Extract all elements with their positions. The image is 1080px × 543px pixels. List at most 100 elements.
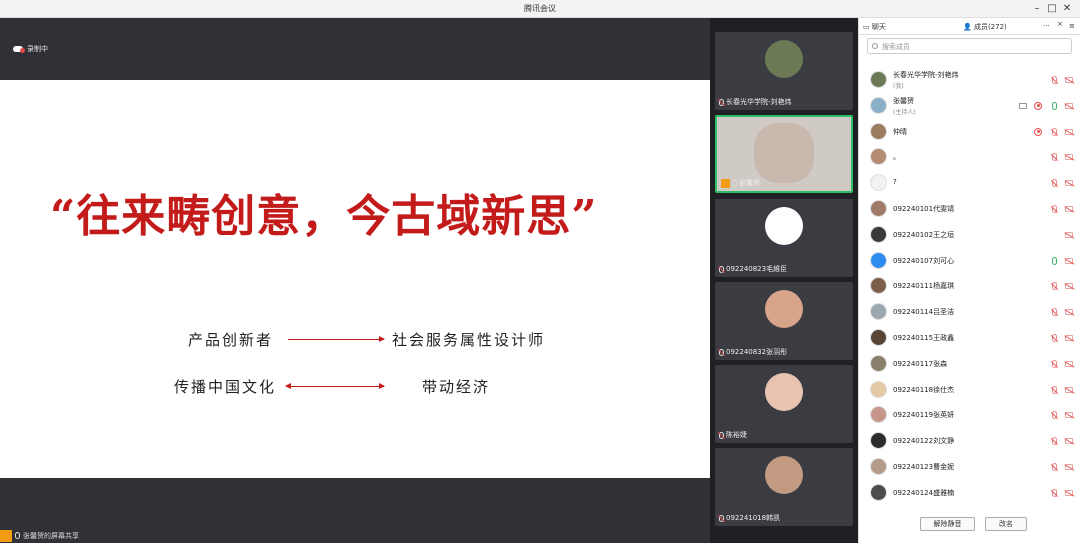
mic-muted-icon[interactable] (1052, 282, 1057, 291)
mic-muted-icon[interactable] (1052, 463, 1057, 471)
person-icon (0, 529, 12, 542)
member-row[interactable]: 092240111杨嘉琪 (859, 272, 1080, 298)
member-row[interactable]: 张馨贺 (主持人) (859, 92, 1080, 118)
avatar (870, 225, 887, 243)
panel-menu-icon[interactable]: ≡ (1069, 22, 1075, 30)
tab-chat[interactable]: ▭ 聊天 (863, 22, 886, 32)
camera-off-icon[interactable] (1065, 309, 1073, 316)
slide-row2-right: 带动经济 (422, 378, 491, 396)
mic-muted-icon[interactable] (1052, 334, 1057, 342)
mic-icon (15, 532, 20, 539)
mic-muted-icon[interactable] (1052, 359, 1057, 368)
camera-off-icon[interactable] (1065, 206, 1073, 212)
member-row[interactable]: 092240124盛雅楠 (859, 479, 1080, 505)
avatar (870, 380, 887, 398)
camera-off-icon[interactable] (1065, 231, 1073, 238)
member-row[interactable]: 092240115王政鑫 (859, 324, 1080, 350)
camera-off-icon[interactable] (1065, 257, 1073, 264)
member-name: 092240114吕圣洁 (893, 308, 955, 317)
mic-muted-icon[interactable] (1052, 76, 1057, 84)
search-placeholder: 搜索成员 (882, 43, 910, 51)
member-row[interactable]: 092240123曹金妮 (859, 453, 1080, 479)
arrow-bidirectional (285, 383, 385, 389)
member-name: 092240124盛雅楠 (893, 488, 955, 497)
member-row[interactable]: 092240101代雯靖 (859, 195, 1080, 221)
unmute-all-button[interactable]: 解除静音 (920, 517, 975, 531)
video-tile[interactable]: 092241018韩凯 (715, 448, 853, 526)
recording-indicator[interactable]: 录制中 (13, 44, 48, 54)
mic-muted-icon[interactable] (1052, 179, 1057, 188)
video-tile[interactable]: 陈裕婕 (715, 365, 853, 443)
avatar (765, 40, 803, 78)
mic-muted-icon[interactable] (1052, 127, 1057, 136)
window-titlebar: 腾讯会议 – □ ✕ (0, 0, 1080, 18)
member-row[interactable]: 092240114吕圣洁 (859, 298, 1080, 324)
member-row[interactable]: 092240107刘可心 (859, 247, 1080, 273)
member-name: 长春光华学院-刘艳炜 (893, 71, 959, 79)
camera-off-icon[interactable] (1065, 180, 1073, 187)
mic-muted-icon[interactable] (1052, 205, 1057, 213)
member-row[interactable]: 092240122刘文静 (859, 427, 1080, 453)
camera-off-icon[interactable] (1065, 335, 1073, 341)
avatar (870, 329, 887, 346)
host-icon (721, 178, 730, 188)
video-tile[interactable]: 092240823毛維臣 (715, 199, 853, 277)
tab-members-label: 成员(272) (973, 23, 1007, 31)
camera-off-icon[interactable] (1065, 438, 1073, 445)
participant-name: 092240823毛維臣 (726, 265, 788, 273)
camera-off-icon[interactable] (1065, 464, 1073, 470)
camera-off-icon[interactable] (1065, 128, 1073, 135)
avatar (870, 432, 887, 450)
panel-tabs: ▭ 聊天 👤 成员(272) ··· × ≡ (859, 18, 1080, 35)
camera-off-icon[interactable] (1065, 283, 1073, 290)
close-panel-icon[interactable]: × (1057, 20, 1063, 28)
member-row[interactable]: 长春光华学院-刘艳炜 (我) (859, 66, 1080, 92)
camera-off-icon[interactable] (1065, 154, 1073, 161)
tab-members[interactable]: 👤 成员(272) (963, 22, 1007, 32)
video-tile[interactable]: 092240832张羽彤 (715, 282, 853, 360)
maximize-button[interactable]: □ (1045, 2, 1059, 16)
mic-muted-icon[interactable] (1052, 488, 1057, 497)
participant-name: 陈裕婕 (726, 431, 747, 439)
member-row[interactable]: ? (859, 169, 1080, 195)
avatar (870, 277, 887, 295)
member-name: 。 (893, 153, 900, 162)
member-row[interactable]: 。 (859, 143, 1080, 169)
avatar (870, 122, 887, 140)
video-tile-active-speaker[interactable]: 张馨贺 (715, 115, 853, 193)
mic-muted-icon[interactable] (1052, 437, 1057, 446)
minimize-button[interactable]: – (1030, 2, 1044, 16)
avatar (765, 456, 803, 494)
rename-button[interactable]: 改名 (985, 517, 1027, 531)
avatar (870, 148, 887, 166)
more-options-icon[interactable]: ··· (1043, 22, 1050, 30)
member-row[interactable]: 092240119张英妍 (859, 401, 1080, 427)
camera-off-icon[interactable] (1065, 386, 1073, 393)
close-button[interactable]: ✕ (1060, 2, 1074, 16)
mic-muted-icon (719, 431, 724, 439)
mic-icon[interactable] (1052, 101, 1057, 110)
member-row[interactable]: 仲晴 (859, 118, 1080, 144)
camera-off-icon[interactable] (1065, 102, 1073, 109)
avatar (765, 207, 803, 245)
member-row[interactable]: 092240118徐仕杰 (859, 376, 1080, 402)
mic-muted-icon[interactable] (1052, 411, 1057, 420)
camera-off-icon[interactable] (1065, 489, 1073, 496)
share-owner-label: 张馨贺的屏幕共享 (23, 531, 79, 540)
mic-muted-icon[interactable] (1052, 153, 1057, 162)
camera-off-icon[interactable] (1065, 77, 1073, 83)
search-icon (872, 43, 878, 49)
search-input[interactable]: 搜索成员 (867, 38, 1072, 54)
camera-off-icon[interactable] (1065, 412, 1073, 419)
recording-label: 录制中 (27, 45, 48, 53)
member-name: 092240102王之垣 (893, 230, 955, 239)
member-row[interactable]: 092240117张森 (859, 350, 1080, 376)
camera-off-icon[interactable] (1065, 360, 1073, 367)
mic-icon[interactable] (1052, 256, 1057, 265)
avatar (870, 458, 887, 475)
mic-muted-icon[interactable] (1052, 385, 1057, 394)
video-tile[interactable]: 长春光华学院-刘艳炜 (715, 32, 853, 110)
member-row[interactable]: 092240102王之垣 (859, 221, 1080, 247)
mic-muted-icon[interactable] (1052, 308, 1057, 317)
side-panel: ▭ 聊天 👤 成员(272) ··· × ≡ 搜索成员 长春光华学院-刘艳炜 (我… (858, 18, 1080, 543)
